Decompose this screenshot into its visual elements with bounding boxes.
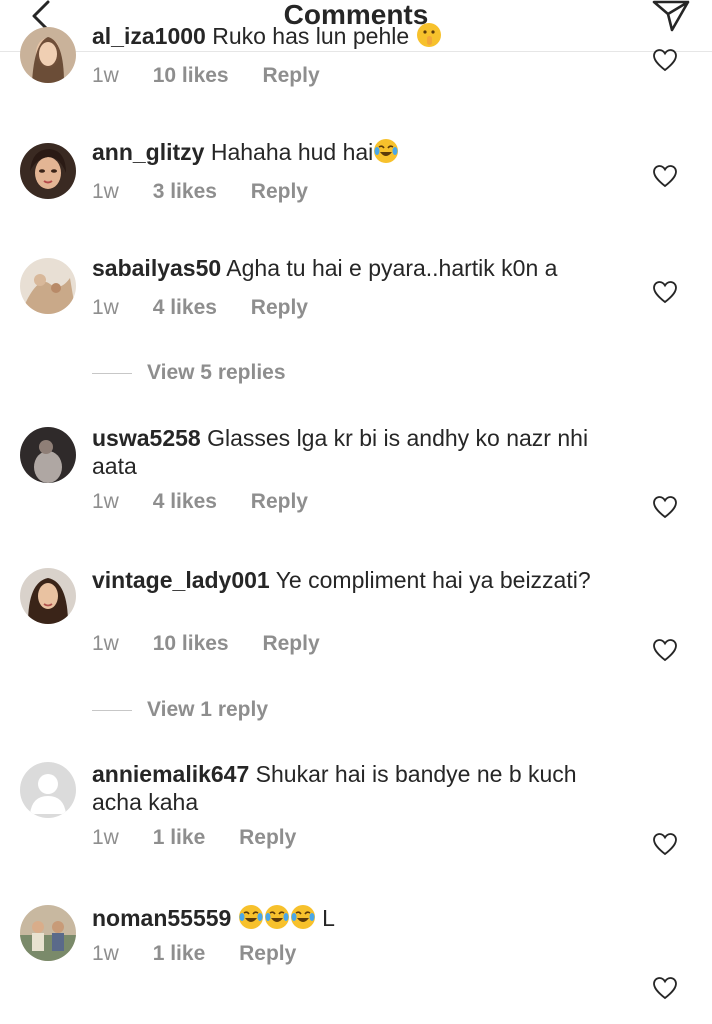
avatar[interactable] [20,258,76,314]
comment-meta: 1w 4 likes Reply [92,490,308,514]
comment-likes[interactable]: 4 likes [153,296,217,320]
heart-icon[interactable] [652,638,678,662]
comment-meta: 1w 10 likes Reply [92,632,320,656]
reply-button[interactable]: Reply [262,632,319,656]
face-with-tears-of-joy-icon [374,139,399,163]
heart-icon[interactable] [652,164,678,188]
comment-text: anniemalik647 Shukar hai is bandye ne b … [92,760,632,816]
reply-button[interactable]: Reply [251,490,308,514]
comment-meta: 1w 1 like Reply [92,826,296,850]
comment-time: 1w [92,942,119,965]
comment-likes[interactable]: 4 likes [153,490,217,514]
comment-username[interactable]: vintage_lady001 [92,567,270,593]
heart-icon[interactable] [652,976,678,1000]
avatar[interactable] [20,905,76,961]
comment-meta: 1w 4 likes Reply [92,296,308,320]
heart-icon[interactable] [652,280,678,304]
comment-time: 1w [92,632,119,655]
comment-meta: 1w 1 like Reply [92,942,296,966]
comment-text: uswa5258 Glasses lga kr bi is andhy ko n… [92,424,632,480]
reply-button[interactable]: Reply [262,64,319,88]
comment-text: sabailyas50 Agha tu hai e pyara..hartik … [92,254,632,282]
comment-text: vintage_lady001 Ye compliment hai ya bei… [92,566,632,594]
avatar[interactable] [20,762,76,818]
heart-icon[interactable] [652,832,678,856]
comment-likes[interactable]: 10 likes [153,632,229,656]
comment-likes[interactable]: 1 like [153,826,206,850]
comment-username[interactable]: ann_glitzy [92,139,204,165]
avatar[interactable] [20,27,76,83]
reply-button[interactable]: Reply [239,942,296,966]
comment-likes[interactable]: 10 likes [153,64,229,88]
comment-time: 1w [92,490,119,513]
comment-text: al_iza1000 Ruko has lun pehle [92,22,632,50]
comment-username[interactable]: noman55559 [92,905,231,931]
comment-meta: 1w 3 likes Reply [92,180,308,204]
comment-likes[interactable]: 3 likes [153,180,217,204]
face-with-tears-of-joy-icon [264,905,289,929]
comment-text: noman55559 L [92,904,632,932]
comment-text: ann_glitzy Hahaha hud hai [92,138,632,166]
reply-button[interactable]: Reply [239,826,296,850]
comment-username[interactable]: sabailyas50 [92,255,221,281]
face-with-tears-of-joy-icon [290,905,315,929]
view-replies-label[interactable]: View 5 replies [147,359,286,387]
comment-time: 1w [92,296,119,319]
face-with-tears-of-joy-icon [238,905,263,929]
comment-body: Hahaha hud hai [210,139,374,165]
comment-username[interactable]: al_iza1000 [92,23,206,49]
comment-body: Ye compliment hai ya beizzati? [275,567,591,593]
comment-username[interactable]: uswa5258 [92,425,201,451]
divider [92,373,132,374]
comment-likes[interactable]: 1 like [153,942,206,966]
comment-body: Agha tu hai e pyara..hartik k0n a [226,255,558,281]
heart-icon[interactable] [652,495,678,519]
divider [92,710,132,711]
comment-username[interactable]: anniemalik647 [92,761,249,787]
reply-button[interactable]: Reply [251,296,308,320]
comment-time: 1w [92,180,119,203]
comment-meta: 1w 10 likes Reply [92,64,320,88]
avatar[interactable] [20,143,76,199]
comment-body: L [322,905,335,931]
reply-button[interactable]: Reply [251,180,308,204]
heart-icon[interactable] [652,48,678,72]
paper-plane-icon[interactable] [648,0,692,36]
comment-body: Ruko has lun pehle [212,23,410,49]
avatar[interactable] [20,427,76,483]
comment-time: 1w [92,64,119,87]
view-replies-label[interactable]: View 1 reply [147,696,268,724]
shushing-face-icon [416,23,441,47]
comment-time: 1w [92,826,119,849]
avatar[interactable] [20,568,76,624]
